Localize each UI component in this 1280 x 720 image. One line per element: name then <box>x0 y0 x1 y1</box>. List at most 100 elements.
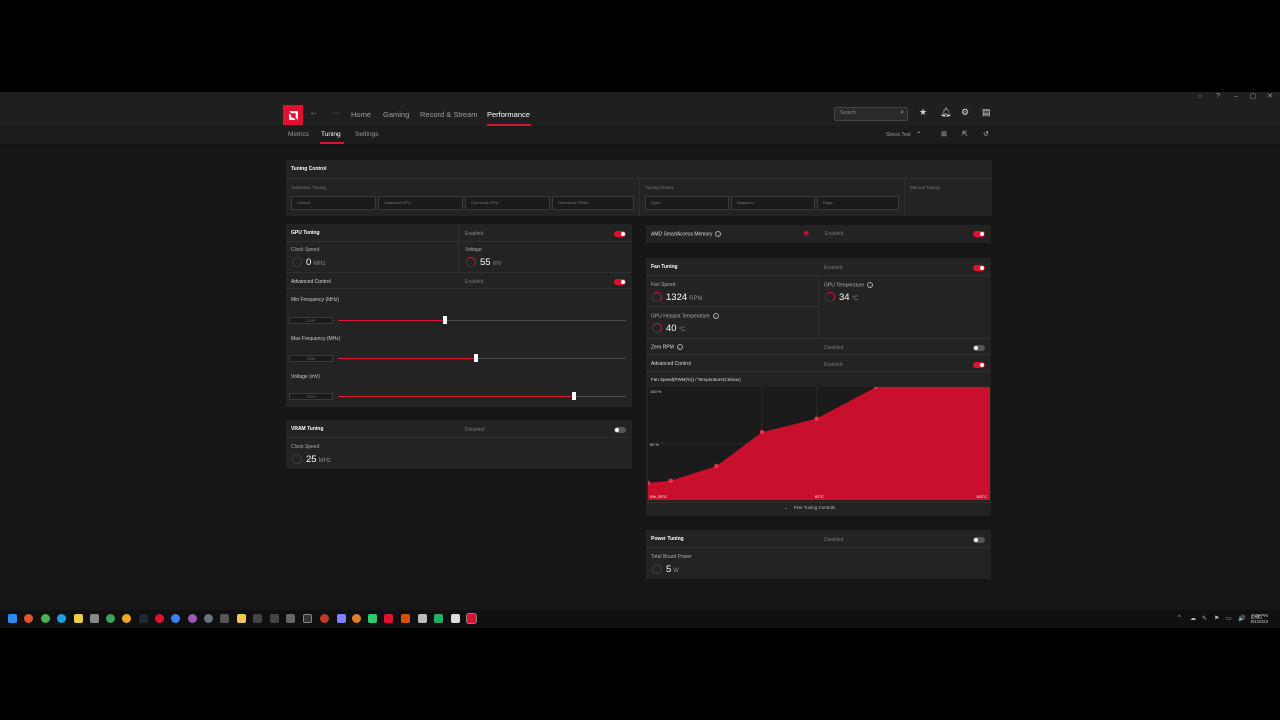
start-icon[interactable] <box>8 614 17 623</box>
max-frequency-slider[interactable] <box>338 354 626 362</box>
power-tuning-toggle[interactable] <box>973 537 985 543</box>
gpu-temp-info-icon[interactable]: i <box>867 282 874 288</box>
clock-speed-label: Clock Speed <box>291 247 320 253</box>
app-icon[interactable] <box>368 614 377 623</box>
app-icon[interactable] <box>188 614 197 623</box>
nav-record-stream[interactable]: Record & Stream <box>420 110 478 119</box>
min-frequency-input[interactable]: 2150 <box>289 317 333 324</box>
gpu-tuning-panel: GPU Tuning Enabled Clock Speed 0 MHz Volt… <box>286 224 632 407</box>
advanced-control-toggle[interactable] <box>614 279 626 285</box>
fan-curve-point-3[interactable] <box>759 430 765 435</box>
voltage-input[interactable]: 1070 <box>289 393 333 400</box>
min-frequency-slider[interactable] <box>338 316 626 324</box>
save-profile-icon[interactable]: ⊞ <box>941 130 947 138</box>
search-icon[interactable]: ⌕ <box>900 109 904 117</box>
bell-icon[interactable]: 🔔︎ <box>940 107 951 118</box>
chrome-icon[interactable] <box>41 614 50 623</box>
steam-icon[interactable] <box>139 614 148 623</box>
app-icon[interactable] <box>171 614 180 623</box>
preset-overclock-gpu[interactable]: Overclock GPU <box>465 196 550 210</box>
preset-overclock-vram[interactable]: Overclock VRAM <box>552 196 634 210</box>
vram-tuning-toggle[interactable] <box>614 427 626 433</box>
edge-icon[interactable] <box>57 614 66 623</box>
app-icon[interactable] <box>418 614 427 623</box>
reset-icon[interactable]: ↺ <box>983 130 989 138</box>
smart-access-toggle[interactable] <box>973 231 985 237</box>
fan-tuning-toggle[interactable] <box>973 265 985 271</box>
volume-icon[interactable]: 🔊 <box>1238 615 1245 622</box>
tab-tuning[interactable]: Tuning <box>321 131 341 138</box>
monitor-icon[interactable]: ▭ <box>1226 615 1232 622</box>
gauge-icon[interactable]: ◔ <box>916 130 920 137</box>
info-icon[interactable]: i <box>715 231 722 237</box>
minimize-button[interactable]: – <box>1229 92 1243 102</box>
amd-taskbar-icon[interactable] <box>466 613 477 624</box>
app-icon[interactable] <box>155 614 164 623</box>
home-window-icon[interactable]: ⌂ <box>1193 92 1207 102</box>
brave-icon[interactable] <box>24 614 33 623</box>
app-icon[interactable] <box>204 614 213 623</box>
folder-icon[interactable] <box>74 614 83 623</box>
cloud-icon[interactable]: ☁ <box>1190 615 1196 622</box>
clock-speed-gauge <box>292 257 302 267</box>
fan-curve-point-4[interactable] <box>814 416 819 421</box>
fan-curve-chart[interactable]: 100 % 50 % 0%, 25°C 62°C 100°C <box>648 387 990 500</box>
voltage-readout: 55 mV <box>480 257 502 268</box>
app-icon[interactable] <box>237 614 246 623</box>
star-icon[interactable]: ★ <box>919 107 927 118</box>
max-frequency-handle[interactable] <box>474 354 479 362</box>
min-frequency-handle[interactable] <box>442 316 447 324</box>
app-icon[interactable] <box>352 614 361 623</box>
clock[interactable]: 7:38 PM 8/1/2023 <box>1250 613 1268 625</box>
flag-icon[interactable]: ⚑ <box>1214 615 1219 622</box>
fine-tuning-toggle[interactable]: ⌄ Fine Tuning Controls <box>784 505 835 511</box>
fan-curve-point-1[interactable] <box>668 478 673 483</box>
preset-default[interactable]: Default <box>291 196 376 210</box>
help-icon[interactable]: ? <box>1211 92 1225 102</box>
xbox-icon[interactable] <box>106 614 115 623</box>
zero-rpm-toggle[interactable] <box>973 345 985 351</box>
export-icon[interactable]: ⇱ <box>962 130 968 138</box>
voltage-handle[interactable] <box>572 392 577 400</box>
amd-logo[interactable] <box>283 105 303 125</box>
nav-gaming[interactable]: Gaming <box>383 110 409 119</box>
max-frequency-input[interactable]: 2650 <box>289 355 333 362</box>
app-icon[interactable] <box>337 614 346 623</box>
fan-advanced-toggle[interactable] <box>973 362 985 368</box>
app-icon[interactable] <box>90 614 99 623</box>
app-icon[interactable] <box>122 614 131 623</box>
close-button[interactable]: ✕ <box>1263 92 1277 102</box>
forward-arrow-icon[interactable]: → <box>331 107 341 118</box>
tab-settings[interactable]: Settings <box>355 131 379 138</box>
nav-performance[interactable]: Performance <box>487 110 530 119</box>
pen-icon[interactable]: ✎ <box>1202 615 1207 622</box>
app-icon[interactable] <box>320 614 329 623</box>
app-icon[interactable] <box>451 614 460 623</box>
app-icon[interactable] <box>270 614 279 623</box>
tray-chevron-icon[interactable]: ^ <box>1178 615 1181 621</box>
gear-icon[interactable]: ⚙ <box>961 107 969 118</box>
app-icon[interactable] <box>220 614 229 623</box>
maximize-button[interactable]: ▢ <box>1246 92 1260 102</box>
app-icon[interactable] <box>384 614 393 623</box>
preset-undervolt-gpu[interactable]: Undervolt GPU <box>378 196 463 210</box>
app-icon[interactable] <box>303 614 312 623</box>
voltage-slider[interactable] <box>338 392 626 400</box>
app-icon[interactable] <box>286 614 295 623</box>
zero-rpm-info-icon[interactable]: i <box>676 344 683 350</box>
tab-metrics[interactable]: Metrics <box>288 131 309 138</box>
preset-balanced[interactable]: Balanced <box>731 196 815 210</box>
app-icon[interactable] <box>434 614 443 623</box>
fan-curve-point-2[interactable] <box>714 463 719 469</box>
nav-home[interactable]: Home <box>351 110 371 119</box>
gpu-tuning-toggle[interactable] <box>614 231 626 237</box>
app-icon[interactable] <box>401 614 410 623</box>
app-icon[interactable] <box>253 614 262 623</box>
search-input[interactable]: Search ⌕ <box>834 107 908 121</box>
preset-quiet[interactable]: Quiet <box>645 196 729 210</box>
preset-rage[interactable]: Rage <box>817 196 899 210</box>
stress-test-link[interactable]: Stress Test <box>886 132 911 138</box>
hotspot-info-icon[interactable]: i <box>712 313 719 319</box>
sidebar-icon[interactable]: ▤ <box>982 107 991 118</box>
back-arrow-icon[interactable]: ← <box>309 107 319 118</box>
